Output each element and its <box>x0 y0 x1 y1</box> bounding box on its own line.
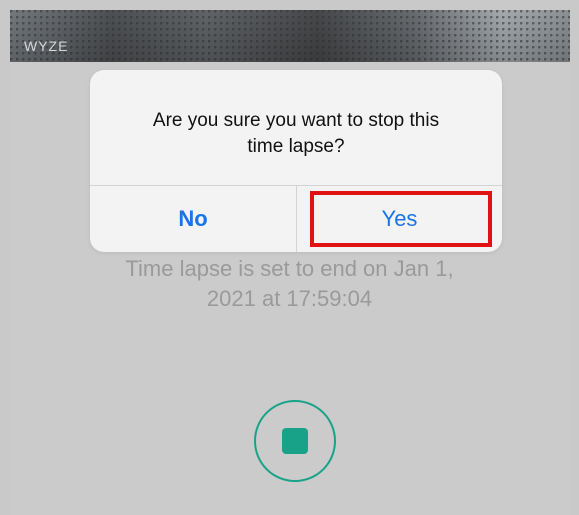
wyze-logo: WYZE <box>24 38 69 54</box>
dialog-message-line1: Are you sure you want to stop this <box>152 110 440 131</box>
stop-time-lapse-button[interactable] <box>254 400 336 482</box>
dialog-message: Are you sure you want to stop this time … <box>90 108 502 160</box>
dialog-message-line2: time lapse? <box>247 136 345 157</box>
time-lapse-status: Time lapse is set to end on Jan 1, 2021 … <box>0 254 579 314</box>
yes-button[interactable]: Yes <box>297 186 502 252</box>
screen-frame: WYZE Time lapse is set to end on Jan 1, … <box>0 0 579 515</box>
stop-icon <box>282 428 308 454</box>
camera-preview <box>10 10 570 62</box>
no-button[interactable]: No <box>90 186 296 252</box>
confirm-stop-dialog: Are you sure you want to stop this time … <box>90 70 502 252</box>
time-lapse-status-line1: Time lapse is set to end on Jan 1, <box>125 256 454 281</box>
time-lapse-status-line2: 2021 at 17:59:04 <box>206 286 373 311</box>
